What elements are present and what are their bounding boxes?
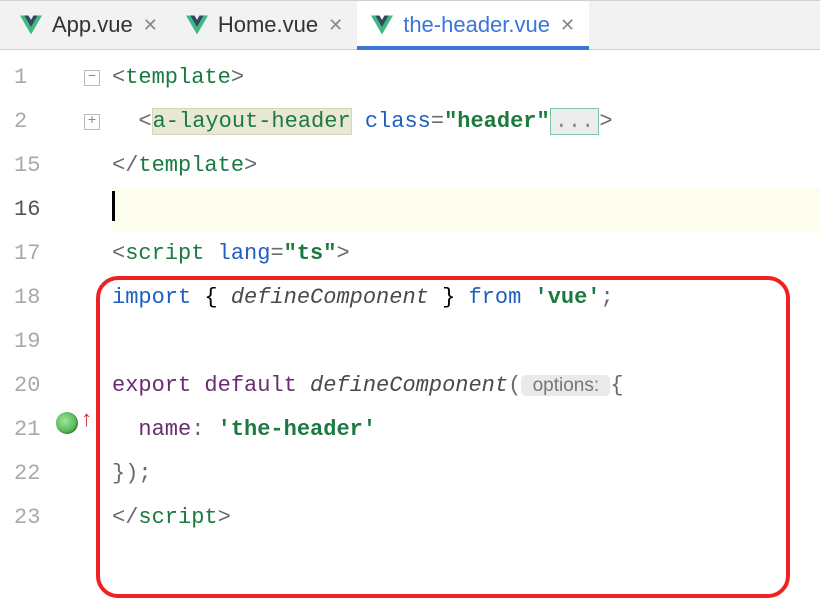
- tab-home-vue[interactable]: Home.vue ✕: [172, 1, 357, 49]
- gutter-marker-icon[interactable]: [56, 412, 78, 434]
- code-fold-ellipsis[interactable]: ...: [550, 108, 600, 135]
- tab-the-header-vue[interactable]: the-header.vue ✕: [357, 1, 589, 49]
- tab-label: App.vue: [52, 12, 133, 38]
- gutter-arrow-icon: ↑: [80, 408, 93, 433]
- tab-label: Home.vue: [218, 12, 318, 38]
- code-line: </script>: [112, 496, 820, 540]
- gutter: 1 2 15 16 17 18 19 20 21 22 23 − + ↑: [0, 50, 98, 592]
- code-line: <script lang="ts">: [112, 232, 820, 276]
- code-line: <template>: [112, 56, 820, 100]
- code-line-current: [112, 188, 820, 232]
- tab-bar: App.vue ✕ Home.vue ✕ the-header.vue ✕: [0, 0, 820, 50]
- line-number: 17: [0, 232, 98, 276]
- line-number: 16: [0, 188, 98, 232]
- code-editor[interactable]: 1 2 15 16 17 18 19 20 21 22 23 − + ↑ <te…: [0, 50, 820, 592]
- vue-icon: [20, 15, 42, 35]
- line-number: 19: [0, 320, 98, 364]
- tab-app-vue[interactable]: App.vue ✕: [6, 1, 172, 49]
- code-line: [112, 320, 820, 364]
- code-line: export default defineComponent( options:…: [112, 364, 820, 408]
- code-line: name: 'the-header': [112, 408, 820, 452]
- line-number: 15: [0, 144, 98, 188]
- code-line: });: [112, 452, 820, 496]
- vue-icon: [186, 15, 208, 35]
- text-caret: [112, 191, 115, 221]
- line-number: 23: [0, 496, 98, 540]
- code-area[interactable]: <template> <a-layout-header class="heade…: [98, 50, 820, 592]
- code-line: </template>: [112, 144, 820, 188]
- line-number: 22: [0, 452, 98, 496]
- inlay-hint: options:: [521, 375, 610, 396]
- line-number: 18: [0, 276, 98, 320]
- close-icon[interactable]: ✕: [143, 15, 158, 36]
- close-icon[interactable]: ✕: [560, 15, 575, 36]
- code-line: import { defineComponent } from 'vue';: [112, 276, 820, 320]
- code-line: <a-layout-header class="header"...>: [112, 100, 820, 144]
- vue-icon: [371, 15, 393, 35]
- line-number: 20: [0, 364, 98, 408]
- tab-label: the-header.vue: [403, 12, 550, 38]
- close-icon[interactable]: ✕: [328, 15, 343, 36]
